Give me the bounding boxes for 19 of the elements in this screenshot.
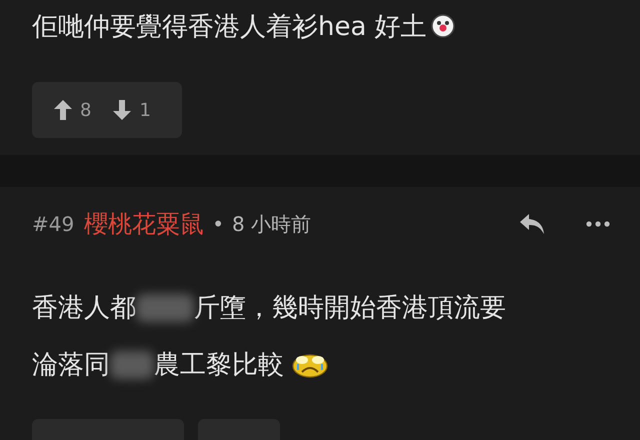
comment-text: 佢哋仲要覺得香港人着衫hea 好土	[32, 10, 427, 44]
comment-text: 斤墮，幾時開始香港頂流要	[194, 292, 506, 325]
comment-text: 淪落同	[32, 349, 110, 382]
crying-face-icon	[292, 352, 328, 378]
blurred-text	[110, 350, 154, 378]
post-number: #49	[32, 212, 74, 236]
separator-dot: •	[212, 212, 224, 236]
blurred-text	[136, 294, 194, 322]
post-time: 8 小時前	[232, 210, 312, 238]
clown-face-icon	[430, 14, 455, 38]
comment-text: 農工黎比較	[154, 349, 284, 382]
arrow-down-icon	[113, 100, 132, 120]
arrow-up-icon	[54, 100, 72, 120]
more-options-button[interactable]	[586, 221, 610, 227]
downvote-button[interactable]: 1	[113, 100, 151, 120]
comment-text: 香港人都	[32, 292, 136, 325]
upvote-button[interactable]: 8	[54, 100, 92, 120]
reply-button[interactable]	[518, 212, 546, 236]
author-name[interactable]: 櫻桃花粟鼠	[84, 208, 204, 240]
